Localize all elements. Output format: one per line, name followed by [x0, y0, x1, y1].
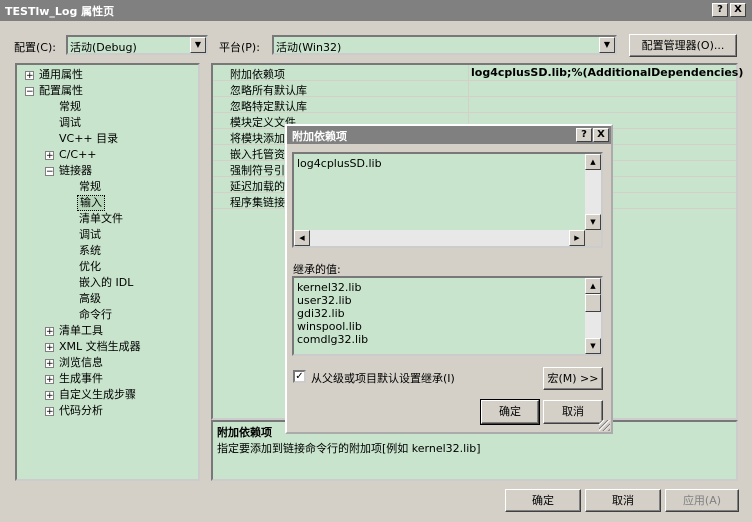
check-icon: ✓ [295, 371, 304, 382]
expand-icon[interactable]: + [45, 375, 54, 385]
description-text: 指定要添加到链接命令行的附加项[例如 kernel32.lib] [217, 442, 481, 455]
scroll-thumb[interactable] [585, 294, 601, 312]
tree-item-build-events[interactable]: 生成事件 [59, 371, 103, 387]
prop-name: 延迟加载的 [230, 180, 285, 193]
expand-icon[interactable]: + [25, 71, 34, 81]
tree-item-linker-manifest[interactable]: 清单文件 [79, 211, 123, 227]
scroll-right-icon[interactable]: ▶ [569, 230, 585, 246]
tree-item-linker[interactable]: 链接器 [59, 163, 92, 179]
description-title: 附加依赖项 [217, 426, 272, 439]
vertical-scrollbar[interactable]: ▲ ▼ [585, 154, 601, 230]
chevron-down-icon[interactable]: ▼ [599, 37, 615, 53]
prop-row[interactable]: 忽略所有默认库 [213, 81, 736, 97]
config-label: 配置(C): [14, 41, 56, 54]
dialog-close-button[interactable]: X [593, 128, 609, 142]
expand-icon[interactable]: + [45, 343, 54, 353]
macros-button[interactable]: 宏(M) >> [543, 367, 603, 390]
apply-button[interactable]: 应用(A) [665, 489, 739, 512]
prop-row[interactable]: 附加依赖项 log4cplusSD.lib;%(AdditionalDepend… [213, 65, 743, 81]
cancel-button[interactable]: 取消 [585, 489, 661, 512]
deps-edit-box[interactable]: log4cplusSD.lib ▲ ▼ ◀ ▶ [292, 152, 603, 248]
inherited-label: 继承的值: [293, 263, 341, 276]
config-manager-button[interactable]: 配置管理器(O)... [629, 34, 737, 57]
platform-label: 平台(P): [219, 41, 260, 54]
inherit-checkbox-label[interactable]: 从父级或项目默认设置继承(I) [311, 370, 455, 386]
scroll-down-icon[interactable]: ▼ [585, 338, 601, 354]
scroll-corner [585, 230, 601, 246]
list-item: comdlg32.lib [297, 333, 369, 346]
tree-item-debugging[interactable]: 调试 [59, 115, 81, 131]
tree-item-config-props[interactable]: 配置属性 [39, 83, 83, 99]
prop-name: 忽略特定默认库 [230, 100, 307, 113]
additional-deps-dialog: 附加依赖项 ? X log4cplusSD.lib ▲ ▼ ◀ ▶ 继承的值: … [285, 124, 613, 434]
prop-name: 附加依赖项 [230, 68, 285, 81]
tree-item-cc[interactable]: C/C++ [59, 147, 97, 163]
tree-item-linker-general[interactable]: 常规 [79, 179, 101, 195]
resize-grip-icon[interactable] [599, 420, 610, 431]
expand-icon[interactable]: + [45, 391, 54, 401]
dialog-cancel-button[interactable]: 取消 [543, 400, 603, 424]
tree-item-general[interactable]: 通用属性 [39, 67, 83, 83]
tree-item-code-analysis[interactable]: 代码分析 [59, 403, 103, 419]
tree-item-linker-idl[interactable]: 嵌入的 IDL [79, 275, 133, 291]
prop-name: 程序集链接 [230, 196, 285, 209]
platform-combo[interactable]: 活动(Win32) ▼ [272, 35, 617, 55]
collapse-icon[interactable]: − [45, 167, 54, 177]
tree-item-vc-dirs[interactable]: VC++ 目录 [59, 131, 118, 147]
dialog-help-button[interactable]: ? [576, 128, 592, 142]
dialog-title: 附加依赖项 [292, 130, 347, 143]
collapse-icon[interactable]: − [25, 87, 34, 97]
tree-item-manifest-tool[interactable]: 清单工具 [59, 323, 103, 339]
list-item: gdi32.lib [297, 307, 345, 320]
horizontal-scrollbar[interactable]: ◀ ▶ [294, 230, 585, 246]
tree-item-linker-input[interactable]: 输入 [77, 195, 105, 211]
tree-item-custom-build[interactable]: 自定义生成步骤 [59, 387, 136, 403]
property-tree: + 通用属性 − 配置属性 常规 调试 VC++ 目录 + C/C++ − 链接… [15, 63, 200, 481]
expand-icon[interactable]: + [45, 407, 54, 417]
platform-combo-value: 活动(Win32) [276, 41, 342, 54]
deps-entry[interactable]: log4cplusSD.lib [297, 157, 382, 170]
prop-name: 忽略所有默认库 [230, 84, 307, 97]
expand-icon[interactable]: + [45, 151, 54, 161]
title-bar: TESTlw_Log 属性页 ? X [0, 0, 752, 21]
help-button[interactable]: ? [712, 3, 728, 17]
prop-name: 将模块添加 [230, 132, 285, 145]
list-item: winspool.lib [297, 320, 362, 333]
scroll-up-icon[interactable]: ▲ [585, 154, 601, 170]
vertical-scrollbar[interactable]: ▲ ▼ [585, 278, 601, 354]
tree-item-linker-debug[interactable]: 调试 [79, 227, 101, 243]
tree-item-browse[interactable]: 浏览信息 [59, 355, 103, 371]
scroll-down-icon[interactable]: ▼ [585, 214, 601, 230]
tree-item-linker-optimize[interactable]: 优化 [79, 259, 101, 275]
chevron-down-icon[interactable]: ▼ [190, 37, 206, 53]
list-item: kernel32.lib [297, 281, 362, 294]
dialog-ok-button[interactable]: 确定 [480, 399, 540, 425]
scroll-left-icon[interactable]: ◀ [294, 230, 310, 246]
ok-button[interactable]: 确定 [505, 489, 581, 512]
tree-item-linker-system[interactable]: 系统 [79, 243, 101, 259]
tree-item-linker-advanced[interactable]: 高级 [79, 291, 101, 307]
inherit-checkbox[interactable]: ✓ [293, 370, 306, 383]
list-item: user32.lib [297, 294, 352, 307]
close-button[interactable]: X [730, 3, 746, 17]
config-combo[interactable]: 活动(Debug) ▼ [66, 35, 208, 55]
prop-value[interactable]: log4cplusSD.lib;%(AdditionalDependencies… [471, 66, 743, 79]
tree-item-xmldoc[interactable]: XML 文档生成器 [59, 339, 141, 355]
window-title: TESTlw_Log 属性页 [5, 5, 115, 18]
tree-item-general-settings[interactable]: 常规 [59, 99, 81, 115]
prop-name: 嵌入托管资 [230, 148, 285, 161]
config-combo-value: 活动(Debug) [70, 41, 137, 54]
inherited-values-list[interactable]: kernel32.lib user32.lib gdi32.lib winspo… [292, 276, 603, 356]
dialog-title-bar: 附加依赖项 ? X [287, 126, 611, 144]
prop-row[interactable]: 忽略特定默认库 [213, 97, 736, 113]
prop-name: 强制符号引 [230, 164, 285, 177]
expand-icon[interactable]: + [45, 327, 54, 337]
scroll-up-icon[interactable]: ▲ [585, 278, 601, 294]
expand-icon[interactable]: + [45, 359, 54, 369]
tree-item-linker-cmdline[interactable]: 命令行 [79, 307, 112, 323]
